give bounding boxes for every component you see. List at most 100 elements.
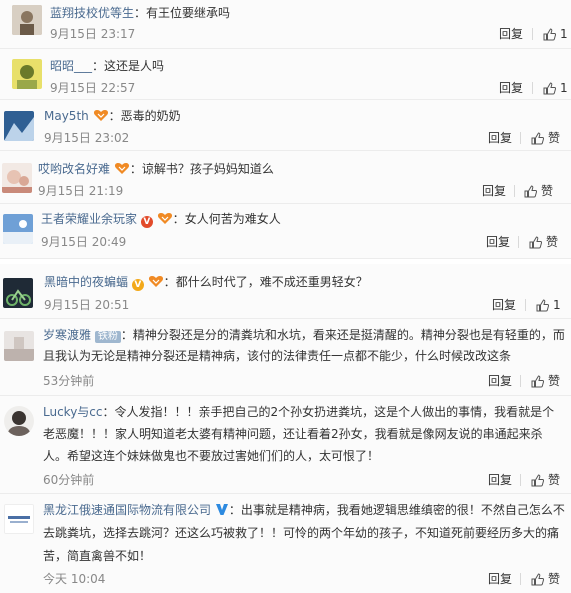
separator: ： xyxy=(108,109,121,123)
avatar[interactable] xyxy=(12,59,42,89)
comment-item: 蓝翔技校优等生：有王位要继承吗 9月15日 23:17 回复 1 xyxy=(0,0,571,48)
like-button[interactable]: 赞 xyxy=(531,473,560,487)
comment-time: 53分钟前 xyxy=(43,374,95,388)
reply-button[interactable]: 回复 xyxy=(492,298,516,312)
username-link[interactable]: 昭昭___ xyxy=(50,59,92,73)
avatar[interactable] xyxy=(4,111,34,141)
username-link[interactable]: Lucky与cc xyxy=(43,405,103,419)
thumbs-up-icon xyxy=(531,374,544,387)
avatar[interactable] xyxy=(3,214,33,244)
separator: ： xyxy=(120,328,133,342)
verified-v-icon: V xyxy=(140,216,153,228)
like-button[interactable]: 赞 xyxy=(524,184,553,198)
comment-text-line: 昭昭___：这还是人吗 xyxy=(50,57,164,75)
thumbs-up-icon xyxy=(529,235,542,248)
like-count: 1 xyxy=(560,27,568,41)
comment-text: 恶毒的奶奶 xyxy=(120,109,181,123)
username-link[interactable]: 岁寒渡雅 xyxy=(43,328,91,342)
comment-time: 9月15日 21:19 xyxy=(38,184,124,198)
comment-item: 黑暗中的夜蝙蝠 V ：都什么时代了，难不成还重男轻女？ 9月15日 20:51 … xyxy=(0,264,571,318)
avatar[interactable] xyxy=(4,331,34,361)
comment-text-line: 王者荣耀业余玩家 V ：女人何苦为难女人 xyxy=(41,210,281,228)
like-button[interactable]: 赞 xyxy=(531,374,560,388)
comment-text-line: 蓝翔技校优等生：有王位要继承吗 xyxy=(50,4,230,22)
comment-text-line: 黑暗中的夜蝙蝠 V ：都什么时代了，难不成还重男轻女？ xyxy=(44,273,368,291)
reply-button[interactable]: 回复 xyxy=(488,131,512,145)
separator: ： xyxy=(228,503,241,517)
like-count: 1 xyxy=(560,81,568,95)
like-button[interactable]: 1 xyxy=(543,81,568,95)
separator: ： xyxy=(163,275,176,289)
thumbs-up-icon xyxy=(524,184,537,197)
like-button[interactable]: 赞 xyxy=(531,131,560,145)
heart-badge-icon xyxy=(157,213,172,224)
comment-text-line: May5th ：恶毒的奶奶 xyxy=(44,107,181,125)
reply-button[interactable]: 回复 xyxy=(488,572,512,586)
separator: ： xyxy=(102,405,115,419)
username-link[interactable]: 黑龙江俄速通国际物流有限公司 xyxy=(43,503,211,517)
comment-text: 谅解书？孩子妈妈知道么 xyxy=(141,162,274,176)
comment-time: 9月15日 23:17 xyxy=(50,27,136,41)
thumbs-up-icon xyxy=(543,81,556,94)
username-link[interactable]: 哎哟改名好难 xyxy=(38,162,110,176)
comment-text-line: 岁寒渡雅 铁粉 ：精神分裂还是分的清粪坑和水坑，看来还是挺清醒的。精神分裂也是有轻… xyxy=(43,325,565,367)
divider-bar xyxy=(514,185,515,197)
comment-time: 60分钟前 xyxy=(43,473,95,487)
thumbs-up-icon xyxy=(531,473,544,486)
like-count: 赞 xyxy=(548,374,561,388)
username-link[interactable]: 王者荣耀业余玩家 xyxy=(41,212,137,226)
avatar[interactable] xyxy=(3,278,33,308)
like-button[interactable]: 1 xyxy=(543,27,568,41)
comment-item: 黑龙江俄速通国际物流有限公司 ：出事就是精神病，我看她逻辑思维缜密的很！不然自己… xyxy=(0,494,571,593)
comment-time: 9月15日 22:57 xyxy=(50,81,136,95)
comment-text-line: 黑龙江俄速通国际物流有限公司 ：出事就是精神病，我看她逻辑思维缜密的很！不然自己… xyxy=(43,499,565,568)
like-button[interactable]: 1 xyxy=(536,298,561,312)
divider-bar xyxy=(520,375,521,387)
username-link[interactable]: May5th xyxy=(44,109,89,123)
reply-button[interactable]: 回复 xyxy=(488,473,512,487)
comment-text: 这还是人吗 xyxy=(104,59,165,73)
avatar[interactable] xyxy=(4,406,34,436)
avatar[interactable] xyxy=(12,5,42,35)
divider-bar xyxy=(525,299,526,311)
fan-badge: 铁粉 xyxy=(94,331,121,343)
like-button[interactable]: 赞 xyxy=(531,572,560,586)
username-link[interactable]: 蓝翔技校优等生 xyxy=(50,6,134,20)
like-count: 赞 xyxy=(548,572,561,586)
divider-bar xyxy=(532,82,533,94)
reply-button[interactable]: 回复 xyxy=(488,374,512,388)
comment-item: 王者荣耀业余玩家 V ：女人何苦为难女人 9月15日 20:49 回复 赞 xyxy=(0,204,571,258)
reply-button[interactable]: 回复 xyxy=(499,81,523,95)
like-button[interactable]: 赞 xyxy=(529,235,558,249)
like-count: 赞 xyxy=(548,131,561,145)
thumbs-up-icon xyxy=(531,131,544,144)
comment-text-line: Lucky与cc：令人发指！！！亲手把自己的2个孙女扔进粪坑，这是个人做出的事情… xyxy=(43,401,565,467)
separator: ： xyxy=(92,59,105,73)
comment-text: 女人何苦为难女人 xyxy=(184,212,281,226)
avatar[interactable] xyxy=(2,163,32,193)
comment-time: 9月15日 20:51 xyxy=(44,298,130,312)
reply-button[interactable]: 回复 xyxy=(482,184,506,198)
heart-badge-icon xyxy=(114,163,129,174)
separator: ： xyxy=(172,212,185,226)
like-count: 1 xyxy=(553,298,561,312)
comment-item: 哎哟改名好难 ：谅解书？孩子妈妈知道么 9月15日 21:19 回复 赞 xyxy=(0,151,571,203)
comment-item: 岁寒渡雅 铁粉 ：精神分裂还是分的清粪坑和水坑，看来还是挺清醒的。精神分裂也是有轻… xyxy=(0,319,571,395)
heart-badge-icon xyxy=(93,110,108,121)
like-count: 赞 xyxy=(546,235,559,249)
comment-item: Lucky与cc：令人发指！！！亲手把自己的2个孙女扔进粪坑，这是个人做出的事情… xyxy=(0,396,571,493)
heart-badge-icon xyxy=(148,276,163,287)
reply-button[interactable]: 回复 xyxy=(499,27,523,41)
verified-v-icon: V xyxy=(131,279,144,291)
separator: ： xyxy=(129,162,142,176)
reply-button[interactable]: 回复 xyxy=(486,235,510,249)
username-link[interactable]: 黑暗中的夜蝙蝠 xyxy=(44,275,128,289)
comment-text: 都什么时代了，难不成还重男轻女？ xyxy=(175,275,368,289)
comment-time: 9月15日 20:49 xyxy=(41,235,127,249)
avatar[interactable] xyxy=(4,504,34,534)
thumbs-up-icon xyxy=(531,572,544,585)
thumbs-up-icon xyxy=(536,298,549,311)
comment-item: 昭昭___：这还是人吗 9月15日 22:57 回复 1 xyxy=(0,49,571,99)
verified-blue-v-icon xyxy=(215,504,228,515)
thumbs-up-icon xyxy=(543,27,556,40)
